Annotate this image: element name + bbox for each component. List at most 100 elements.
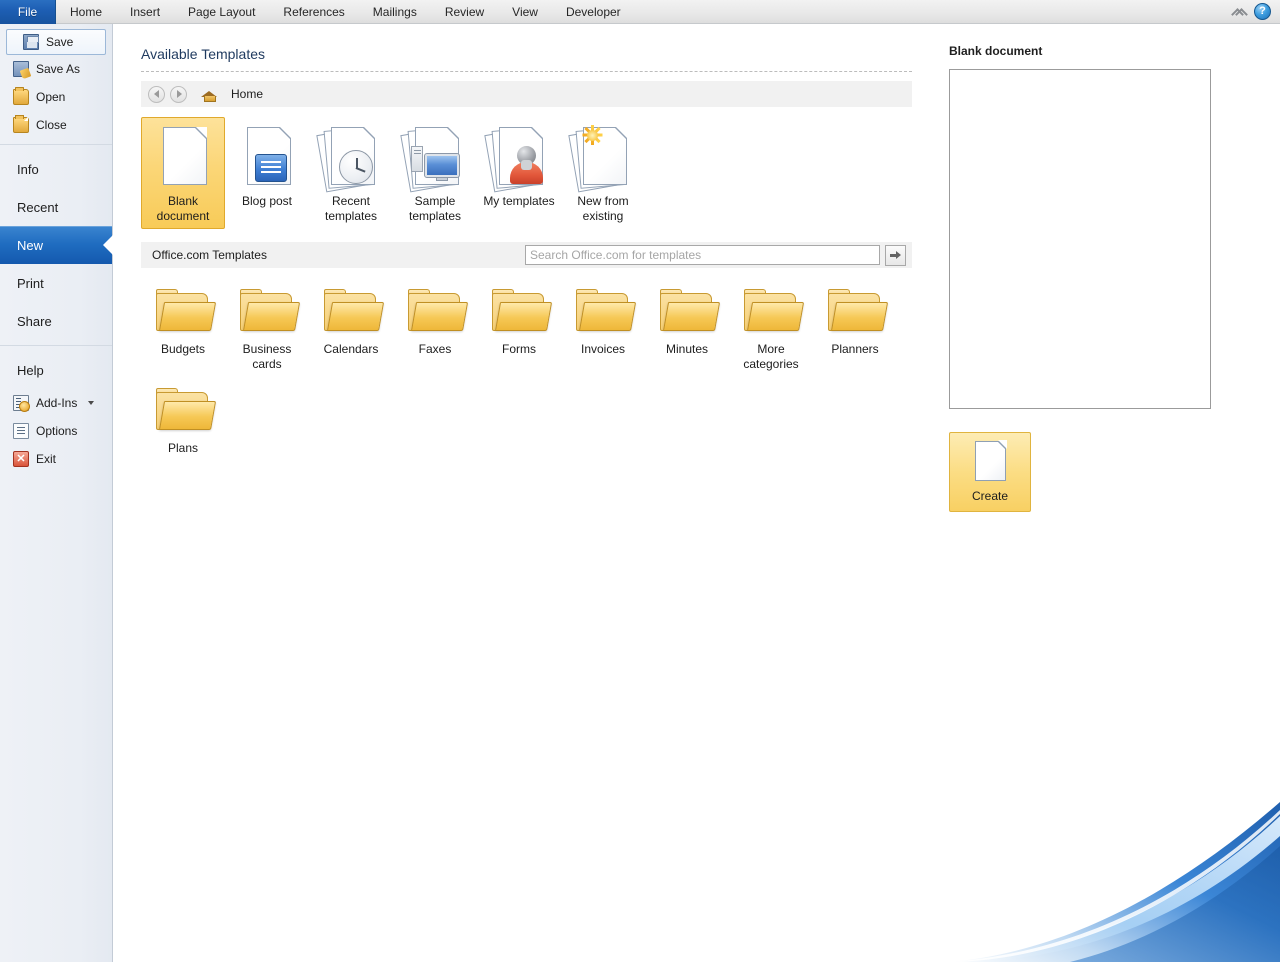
my-templates-icon [485, 124, 553, 188]
category-tile-business-cards[interactable]: Business cards [225, 282, 309, 381]
sidebar-divider-2 [0, 345, 112, 346]
category-tile-invoices[interactable]: Invoices [561, 282, 645, 381]
open-folder-icon [13, 89, 29, 105]
tab-view-label: View [512, 5, 538, 19]
tab-developer[interactable]: Developer [552, 0, 635, 24]
category-label: Business cards [227, 342, 307, 372]
home-icon [201, 87, 217, 101]
template-tile-recent-templates[interactable]: Recent templates [309, 117, 393, 229]
category-tile-forms[interactable]: Forms [477, 282, 561, 381]
tab-references[interactable]: References [269, 0, 358, 24]
arrow-left-icon [154, 90, 159, 98]
sidebar-item-add-ins-label: Add-Ins [36, 396, 77, 410]
sidebar-item-save[interactable]: Save [6, 29, 106, 55]
search-input[interactable] [525, 245, 880, 265]
template-tile-label: Sample templates [396, 194, 474, 224]
category-label: Plans [168, 441, 198, 456]
category-label: Planners [831, 342, 878, 357]
sidebar-item-recent[interactable]: Recent [0, 188, 112, 226]
tab-mailings[interactable]: Mailings [359, 0, 431, 24]
template-tiles: Blank document Blog post Recent template… [141, 117, 912, 229]
forward-button[interactable] [170, 86, 187, 103]
breadcrumb: Home [141, 81, 912, 107]
sidebar-item-new[interactable]: New [0, 226, 112, 264]
category-tile-faxes[interactable]: Faxes [393, 282, 477, 381]
blog-post-icon [233, 124, 301, 188]
tab-page-layout[interactable]: Page Layout [174, 0, 269, 24]
close-folder-icon [13, 117, 29, 133]
sidebar-item-open[interactable]: Open [0, 83, 112, 111]
category-tile-budgets[interactable]: Budgets [141, 282, 225, 381]
template-tile-label: New from existing [564, 194, 642, 224]
arrow-right-icon [177, 90, 182, 98]
sample-templates-icon [401, 124, 469, 188]
tab-home[interactable]: Home [56, 0, 116, 24]
category-tile-planners[interactable]: Planners [813, 282, 897, 381]
save-icon [23, 34, 39, 50]
category-tile-minutes[interactable]: Minutes [645, 282, 729, 381]
sidebar-item-help[interactable]: Help [0, 351, 112, 389]
create-button[interactable]: Create [949, 432, 1031, 512]
template-tile-label: Recent templates [312, 194, 390, 224]
options-icon [13, 423, 29, 439]
blank-page-icon [975, 441, 1006, 481]
arrow-right-go-icon [890, 251, 901, 260]
tab-mailings-label: Mailings [373, 5, 417, 19]
sidebar-item-print[interactable]: Print [0, 264, 112, 302]
folder-icon [154, 388, 212, 434]
category-tile-plans[interactable]: Plans [141, 381, 225, 465]
office-com-label: Office.com Templates [152, 248, 267, 262]
template-tile-new-from-existing[interactable]: New from existing [561, 117, 645, 229]
help-label: ? [1259, 6, 1266, 17]
tab-review-label: Review [445, 5, 484, 19]
new-from-existing-icon [569, 124, 637, 188]
template-tile-label: Blank document [144, 194, 222, 224]
sidebar-item-options[interactable]: Options [0, 417, 112, 445]
sidebar-item-new-label: New [17, 238, 43, 253]
preview-title: Blank document [949, 44, 1249, 58]
sidebar-item-add-ins[interactable]: Add-Ins [0, 389, 112, 417]
sidebar-item-close[interactable]: Close [0, 111, 112, 139]
sidebar-item-info[interactable]: Info [0, 150, 112, 188]
save-as-icon [13, 61, 29, 77]
search-go-button[interactable] [885, 245, 906, 266]
category-label: Faxes [419, 342, 452, 357]
sidebar-item-save-label: Save [46, 35, 73, 49]
category-label: Forms [502, 342, 536, 357]
sidebar-item-exit-label: Exit [36, 452, 56, 466]
tab-page-layout-label: Page Layout [188, 5, 255, 19]
sidebar-item-save-as[interactable]: Save As [0, 55, 112, 83]
recent-templates-icon [317, 124, 385, 188]
tab-review[interactable]: Review [431, 0, 498, 24]
tab-insert[interactable]: Insert [116, 0, 174, 24]
folder-icon [826, 289, 884, 335]
folder-icon [574, 289, 632, 335]
sidebar-item-exit[interactable]: ✕ Exit [0, 445, 112, 473]
tab-file-label: File [18, 5, 37, 19]
category-label: Budgets [161, 342, 205, 357]
title-divider [141, 71, 912, 72]
folder-icon [406, 289, 464, 335]
chevron-up-icon[interactable] [1231, 4, 1247, 20]
backstage-main: Available Templates Home Blank document [113, 24, 1280, 962]
template-tile-blog-post[interactable]: Blog post [225, 117, 309, 229]
category-label: More categories [731, 342, 811, 372]
template-tile-sample-templates[interactable]: Sample templates [393, 117, 477, 229]
folder-icon [322, 289, 380, 335]
category-tile-more-categories[interactable]: More categories [729, 282, 813, 381]
tab-file[interactable]: File [0, 0, 56, 24]
template-tile-my-templates[interactable]: My templates [477, 117, 561, 229]
back-button[interactable] [148, 86, 165, 103]
add-ins-icon [13, 395, 29, 411]
create-button-label: Create [972, 489, 1008, 503]
template-tile-label: My templates [483, 194, 554, 209]
category-tile-calendars[interactable]: Calendars [309, 282, 393, 381]
breadcrumb-home-label[interactable]: Home [231, 87, 263, 101]
tab-view[interactable]: View [498, 0, 552, 24]
help-icon[interactable]: ? [1254, 3, 1271, 20]
template-tile-blank-document[interactable]: Blank document [141, 117, 225, 229]
sidebar-item-print-label: Print [17, 276, 44, 291]
word-backstage-window: File Home Insert Page Layout References … [0, 0, 1280, 962]
office-com-search-group [525, 245, 906, 266]
sidebar-item-share[interactable]: Share [0, 302, 112, 340]
